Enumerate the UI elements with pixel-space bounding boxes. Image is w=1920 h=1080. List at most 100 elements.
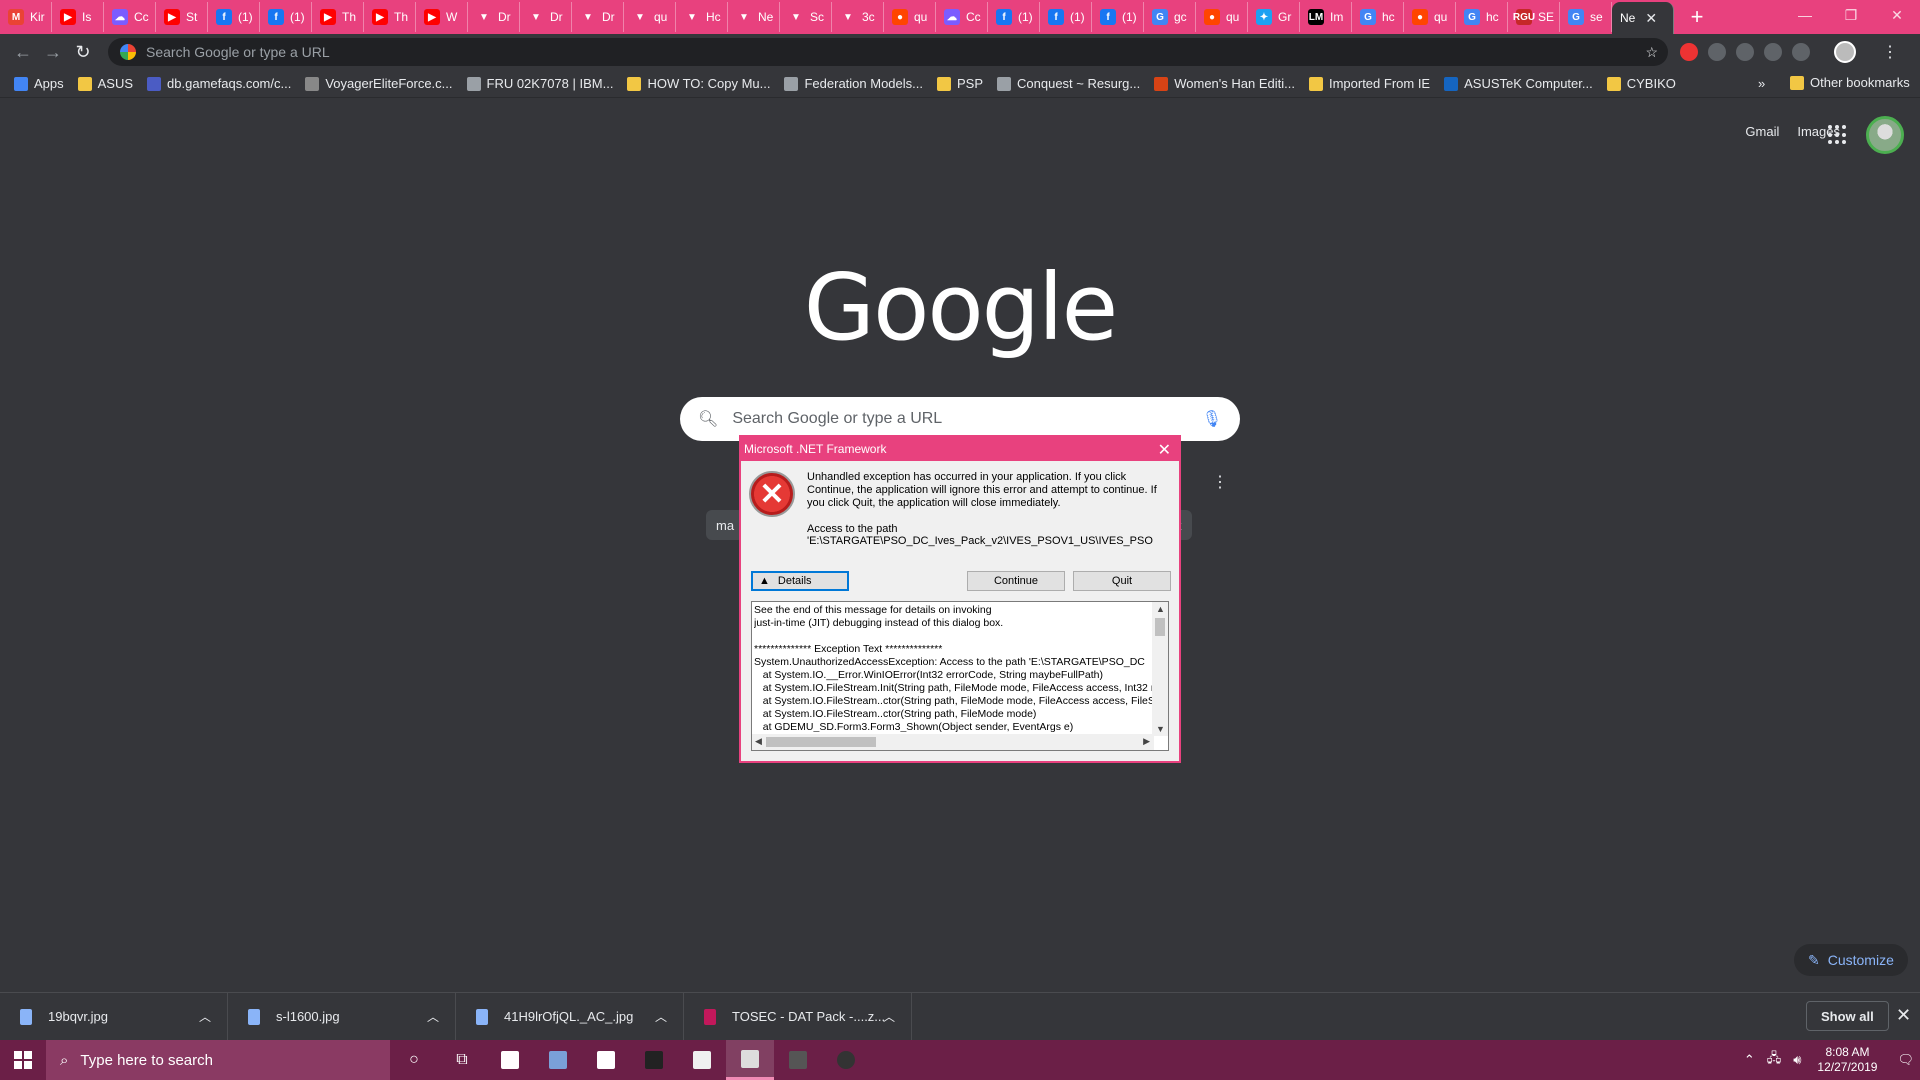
chevron-up-icon[interactable]: ︿ [199, 1008, 211, 1025]
browser-tab[interactable]: ● qu [1196, 2, 1248, 32]
maximize-button[interactable]: ❐ [1828, 0, 1874, 30]
cortana-button[interactable]: ○ [390, 1040, 438, 1080]
bookmark-item[interactable]: Women's Han Editi... [1154, 76, 1295, 91]
download-item[interactable]: 19bqvr.jpg ︿ [0, 992, 228, 1041]
chevron-up-icon[interactable]: ︿ [883, 1008, 895, 1025]
browser-tab[interactable]: ▶ St [156, 2, 208, 32]
gmail-link[interactable]: Gmail [1745, 124, 1779, 139]
bookmark-item[interactable]: ASUS [77, 76, 133, 91]
account-avatar[interactable] [1866, 116, 1904, 154]
profile-avatar-button[interactable] [1834, 41, 1856, 63]
chevron-up-icon[interactable]: ⌃ [1744, 1052, 1755, 1068]
extension-icon[interactable] [1764, 43, 1782, 61]
bookmark-item[interactable]: Conquest ~ Resurg... [997, 76, 1140, 91]
volume-icon[interactable]: 🔊︎ [1793, 1052, 1801, 1068]
bookmark-item[interactable]: db.gamefaqs.com/c... [147, 76, 291, 91]
taskbar-app[interactable] [582, 1040, 630, 1080]
browser-tab[interactable]: ▼ Dr [572, 2, 624, 32]
browser-tab[interactable]: ▼ Hc [676, 2, 728, 32]
taskbar-app[interactable] [534, 1040, 582, 1080]
bookmark-item[interactable]: HOW TO: Copy Mu... [627, 76, 770, 91]
browser-tab[interactable]: Gse [1560, 2, 1612, 32]
scroll-right-icon[interactable]: ▶ [1143, 736, 1150, 747]
browser-tab[interactable]: ● qu [884, 2, 936, 32]
extension-icon[interactable] [1708, 43, 1726, 61]
show-all-button[interactable]: Show all [1806, 1001, 1889, 1031]
taskbar-app-chrome[interactable] [822, 1040, 870, 1080]
browser-tab[interactable]: ▼ Ne [728, 2, 780, 32]
minimize-button[interactable]: — [1782, 0, 1828, 30]
shortcut-tile[interactable]: ma [706, 510, 745, 540]
browser-tab[interactable]: ▼ Sc [780, 2, 832, 32]
browser-tab[interactable]: ▼ qu [624, 2, 676, 32]
browser-tab[interactable]: M Kir [0, 2, 52, 32]
vertical-scrollbar[interactable]: ▲ ▼ [1152, 602, 1168, 736]
download-item[interactable]: 41H9lrOfjQL._AC_.jpg ︿ [456, 992, 684, 1041]
start-button[interactable] [0, 1040, 46, 1080]
bookmark-item[interactable]: Federation Models... [784, 76, 923, 91]
dialog-close-icon[interactable]: ✕ [1158, 440, 1171, 460]
bookmark-item[interactable]: Apps [14, 76, 64, 91]
forward-button[interactable]: → [38, 37, 68, 67]
scroll-thumb[interactable] [766, 737, 876, 747]
tab-close-icon[interactable]: ✕ [1645, 10, 1657, 27]
extension-icon[interactable] [1792, 43, 1810, 61]
address-bar[interactable]: Search Google or type a URL ☆ [108, 38, 1668, 66]
bookmark-item[interactable]: FRU 02K7078 | IBM... [466, 76, 613, 91]
scroll-left-icon[interactable]: ◀ [755, 736, 762, 747]
taskbar-search[interactable]: ⌕ Type here to search [46, 1040, 390, 1080]
extension-icon[interactable] [1680, 43, 1698, 61]
browser-tab[interactable]: ▶ Th [312, 2, 364, 32]
continue-button[interactable]: Continue [967, 571, 1065, 591]
details-button[interactable]: ▲ Details [751, 571, 849, 591]
close-downloads-icon[interactable]: ✕ [1896, 1005, 1911, 1026]
browser-tab[interactable]: f (1) [1092, 2, 1144, 32]
scroll-up-icon[interactable]: ▲ [1156, 604, 1165, 614]
taskbar-app[interactable] [630, 1040, 678, 1080]
bookmark-star-icon[interactable]: ☆ [1645, 44, 1658, 61]
network-icon[interactable]: 🖧︎ [1767, 1049, 1782, 1071]
task-view-button[interactable]: ⧉ [438, 1040, 486, 1080]
browser-tab[interactable]: ✦ Gr [1248, 2, 1300, 32]
download-item[interactable]: TOSEC - DAT Pack -....z... ︿ [684, 992, 912, 1041]
google-apps-icon[interactable] [1828, 125, 1848, 145]
browser-tab[interactable]: f (1) [208, 2, 260, 32]
horizontal-scrollbar[interactable]: ◀ ▶ [752, 734, 1154, 750]
bookmark-item[interactable]: VoyagerEliteForce.c... [305, 76, 453, 91]
taskbar-app-gdemu[interactable] [726, 1040, 774, 1080]
new-tab-button[interactable]: + [1680, 2, 1714, 32]
extension-icon[interactable] [1736, 43, 1754, 61]
notifications-icon[interactable]: 🗨︎ [1897, 1052, 1914, 1068]
browser-tab[interactable]: ▶ W [416, 2, 468, 32]
browser-tab[interactable]: f (1) [260, 2, 312, 32]
browser-tab[interactable]: ▶ Is [52, 2, 104, 32]
browser-tab[interactable]: ▼ Dr [520, 2, 572, 32]
browser-tab[interactable]: ● qu [1404, 2, 1456, 32]
bookmark-item[interactable]: CYBIKO [1606, 76, 1676, 91]
browser-tab[interactable]: f (1) [988, 2, 1040, 32]
ntp-search-box[interactable]: 🔍︎ Search Google or type a URL 🎙︎ [680, 397, 1240, 441]
browser-tab[interactable]: ▼ Dr [468, 2, 520, 32]
browser-tab[interactable]: Ggc [1144, 2, 1196, 32]
chevron-up-icon[interactable]: ︿ [427, 1008, 439, 1025]
customize-button[interactable]: ✎ Customize [1794, 944, 1908, 976]
browser-tab[interactable]: ▶ Th [364, 2, 416, 32]
browser-tab[interactable]: Ghc [1352, 2, 1404, 32]
scroll-down-icon[interactable]: ▼ [1156, 724, 1165, 734]
back-button[interactable]: ← [8, 37, 38, 67]
bookmarks-overflow-button[interactable]: » [1758, 76, 1765, 91]
browser-tab[interactable]: Ghc [1456, 2, 1508, 32]
taskbar-app[interactable] [678, 1040, 726, 1080]
close-window-button[interactable]: ✕ [1874, 0, 1920, 30]
download-item[interactable]: s-l1600.jpg ︿ [228, 992, 456, 1041]
browser-tab[interactable]: ▼ 3c [832, 2, 884, 32]
bookmark-item[interactable]: Imported From IE [1308, 76, 1430, 91]
chevron-up-icon[interactable]: ︿ [655, 1008, 667, 1025]
microphone-icon[interactable]: 🎙︎ [1202, 409, 1222, 429]
browser-menu-icon[interactable]: ⋮ [1882, 42, 1898, 62]
browser-tab[interactable]: RGU SE [1508, 2, 1560, 32]
browser-tab[interactable]: ☁ Cc [104, 2, 156, 32]
taskbar-app[interactable] [486, 1040, 534, 1080]
reload-button[interactable]: ↻ [68, 37, 98, 67]
details-textbox[interactable]: See the end of this message for details … [751, 601, 1169, 751]
